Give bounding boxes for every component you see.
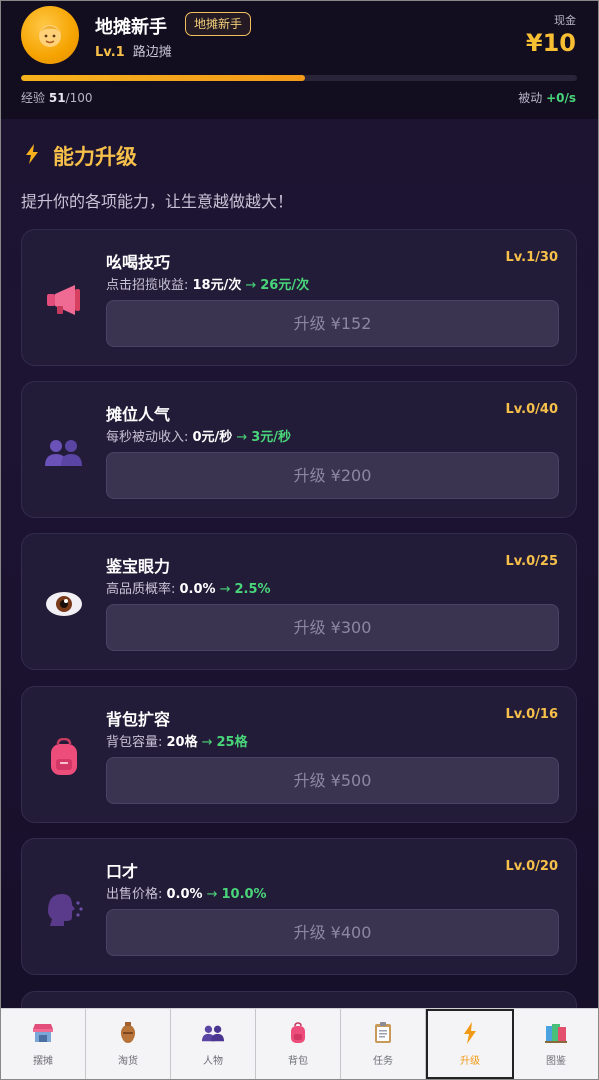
upgrade-effect: 背包容量: 20格 → 25格	[106, 731, 248, 750]
level-line: Lv.1 路边摊	[95, 41, 172, 60]
section-title: 能力升级	[25, 141, 137, 171]
tab-label: 摆摊	[33, 1055, 53, 1067]
tab-upgrade[interactable]: 升级	[426, 1009, 514, 1079]
tab-label: 升级	[460, 1055, 480, 1067]
tab-label: 背包	[288, 1055, 308, 1067]
stall-icon	[32, 1022, 54, 1044]
arrow-icon: →	[219, 582, 231, 597]
effect-label: 背包容量:	[106, 735, 167, 750]
eye-icon	[44, 584, 84, 624]
player-header: 地摊新手 地摊新手 Lv.1 路边摊 现金 ¥10 经验 51/100 被动 +0…	[1, 1, 598, 119]
upgrade-name: 摊位人气	[106, 405, 171, 424]
books-icon	[545, 1022, 567, 1044]
vase-icon	[117, 1021, 139, 1044]
effect-next: 2.5%	[234, 582, 271, 597]
upgrade-effect: 每秒被动收入: 0元/秒 → 3元/秒	[106, 426, 291, 445]
tab-label: 人物	[203, 1055, 223, 1067]
effect-next: 10.0%	[221, 887, 267, 902]
face-icon	[39, 25, 61, 47]
upgrade-effect: 点击招揽收益: 18元/次 → 26元/次	[106, 274, 309, 293]
upgrade-effect: 高品质概率: 0.0% → 2.5%	[106, 578, 271, 597]
backpack-icon	[287, 1021, 309, 1044]
upgrade-level: Lv.0/40	[505, 402, 558, 417]
effect-label: 高品质概率:	[106, 582, 180, 597]
upgrade-button[interactable]: 升级 ¥200	[106, 452, 559, 499]
upgrade-button[interactable]: 升级 ¥500	[106, 757, 559, 804]
upgrade-card-appraisal: 鉴宝眼力 Lv.0/25 高品质概率: 0.0% → 2.5% 升级 ¥300	[21, 533, 577, 670]
tab-backpack[interactable]: 背包	[256, 1009, 341, 1079]
people-icon	[202, 1022, 224, 1044]
effect-next: 3元/秒	[251, 430, 292, 445]
xp-current: 51	[48, 91, 66, 105]
effect-current: 0.0%	[179, 582, 216, 597]
lightning-icon	[25, 143, 39, 169]
xp-progress-bar	[21, 75, 577, 81]
upgrade-level: Lv.0/25	[505, 554, 558, 569]
bottom-tab-bar: 摆摊 淘货 人物 背包 任务 升级 图鉴	[1, 1008, 598, 1079]
upgrade-button[interactable]: 升级 ¥400	[106, 909, 559, 956]
title-badge: 地摊新手	[185, 12, 252, 36]
effect-current: 0元/秒	[192, 430, 233, 445]
upgrade-card-shout: 吆喝技巧 Lv.1/30 点击招揽收益: 18元/次 → 26元/次 升级 ¥152	[21, 229, 577, 366]
xp-progress-fill	[21, 75, 305, 81]
tab-collection[interactable]: 图鉴	[514, 1009, 598, 1079]
cash-label: 现金	[554, 14, 576, 27]
lightning-icon	[459, 1021, 481, 1044]
tab-label: 图鉴	[546, 1055, 566, 1067]
upgrade-level: Lv.0/16	[505, 707, 558, 722]
upgrade-level: Lv.1/30	[505, 250, 558, 265]
cash-value: ¥10	[525, 29, 576, 57]
upgrade-name: 口才	[106, 862, 139, 881]
effect-next: 26元/次	[260, 278, 310, 293]
people-icon	[44, 432, 84, 472]
upgrade-name: 吆喝技巧	[106, 253, 171, 272]
effect-label: 每秒被动收入:	[106, 430, 193, 445]
speaking-head-icon	[44, 889, 84, 929]
section-title-text: 能力升级	[53, 145, 137, 169]
player-level: Lv.1	[95, 45, 125, 60]
tab-characters[interactable]: 人物	[171, 1009, 256, 1079]
effect-next: 25格	[216, 735, 248, 750]
upgrade-effect: 出售价格: 0.0% → 10.0%	[106, 883, 267, 902]
upgrade-card-eloquence: 口才 Lv.0/20 出售价格: 0.0% → 10.0% 升级 ¥400	[21, 838, 577, 975]
tab-hunt[interactable]: 淘货	[86, 1009, 171, 1079]
backpack-icon	[44, 737, 84, 777]
arrow-icon: →	[245, 278, 257, 293]
upgrade-button[interactable]: 升级 ¥152	[106, 300, 559, 347]
player-name: 地摊新手	[95, 17, 167, 38]
clipboard-icon	[372, 1021, 394, 1044]
upgrade-name: 鉴宝眼力	[106, 557, 171, 576]
passive-income: 被动 +0/s	[518, 89, 576, 106]
stall-type: 路边摊	[132, 45, 172, 60]
effect-current: 0.0%	[166, 887, 203, 902]
upgrade-name: 背包扩容	[106, 710, 171, 729]
passive-label: 被动	[518, 91, 543, 105]
arrow-icon: →	[206, 887, 218, 902]
tab-label: 淘货	[118, 1055, 138, 1067]
arrow-icon: →	[201, 735, 213, 750]
tab-label: 任务	[373, 1055, 393, 1067]
arrow-icon: →	[236, 430, 248, 445]
effect-label: 点击招揽收益:	[106, 278, 193, 293]
tab-tasks[interactable]: 任务	[341, 1009, 426, 1079]
upgrade-card-backpack: 背包扩容 Lv.0/16 背包容量: 20格 → 25格 升级 ¥500	[21, 686, 577, 823]
avatar[interactable]	[21, 6, 79, 64]
section-subtitle: 提升你的各项能力，让生意越做越大！	[21, 192, 294, 211]
effect-current: 18元/次	[192, 278, 242, 293]
xp-label-text: 经验	[21, 91, 46, 105]
passive-value: +0/s	[546, 91, 576, 105]
effect-label: 出售价格:	[106, 887, 167, 902]
effect-current: 20格	[166, 735, 198, 750]
tab-stall[interactable]: 摆摊	[1, 1009, 86, 1079]
upgrade-level: Lv.0/20	[505, 859, 558, 874]
xp-max: /100	[65, 91, 93, 105]
megaphone-icon	[44, 280, 84, 320]
upgrade-button[interactable]: 升级 ¥300	[106, 604, 559, 651]
xp-label: 经验 51/100	[21, 89, 93, 106]
upgrade-card-popularity: 摊位人气 Lv.0/40 每秒被动收入: 0元/秒 → 3元/秒 升级 ¥200	[21, 381, 577, 518]
